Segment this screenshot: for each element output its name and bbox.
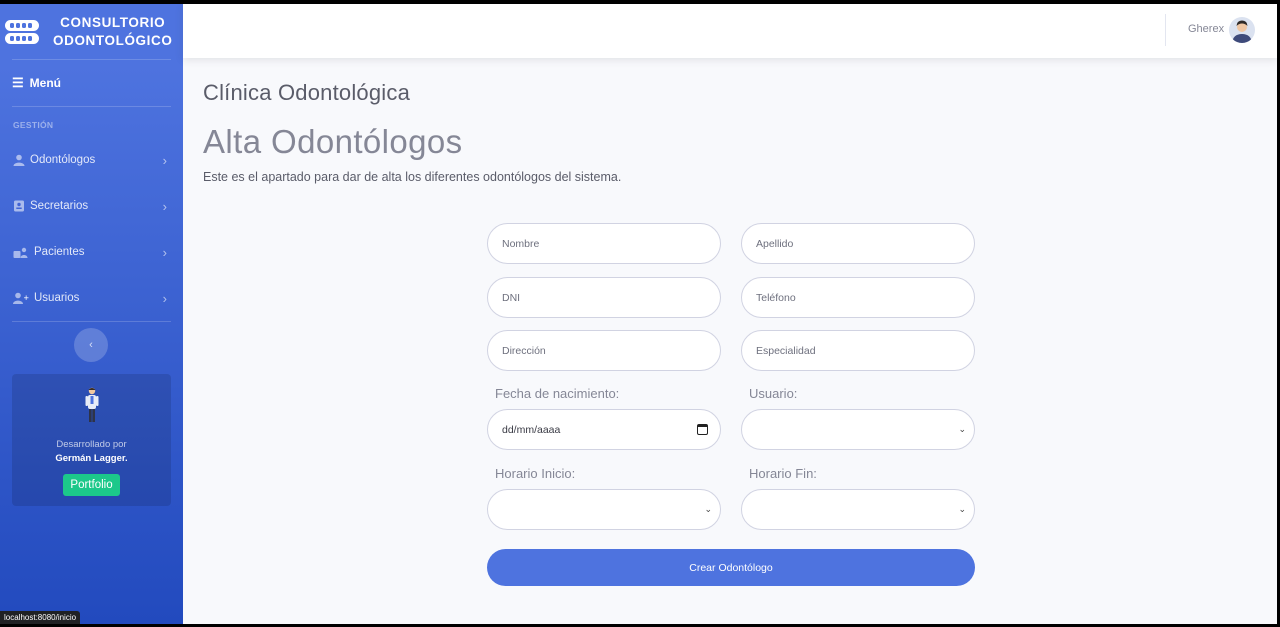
hamburger-icon: ☰	[12, 75, 24, 90]
chevron-down-icon: ⌄	[704, 504, 712, 514]
apellido-input[interactable]	[741, 223, 975, 264]
sidebar-menu-heading[interactable]: ☰ Menú	[0, 60, 183, 106]
topbar-divider	[1165, 14, 1166, 46]
chevron-down-icon: ⌄	[958, 504, 966, 514]
horario-inicio-label: Horario Inicio:	[495, 466, 576, 481]
chevron-right-icon: ›	[162, 152, 167, 168]
brand-line-1: CONSULTORIO	[60, 14, 166, 30]
sidebar-item-label: Odontólogos	[30, 154, 96, 166]
usuario-select[interactable]: ⌄	[741, 409, 975, 450]
sidebar-item-label: Pacientes	[34, 246, 85, 258]
sidebar-toggle-button[interactable]: ‹	[74, 328, 108, 362]
sidebar-section-heading: GESTIÓN	[13, 120, 54, 130]
chevron-right-icon: ›	[162, 290, 167, 306]
chevron-right-icon: ›	[162, 198, 167, 214]
topbar: Gherex	[183, 4, 1277, 58]
chevron-right-icon: ›	[162, 244, 167, 260]
sidebar-item-usuarios[interactable]: Usuarios ›	[0, 275, 183, 321]
fecha-nacimiento-input[interactable]: dd/mm/aaaa	[487, 409, 721, 450]
sidebar-item-secretarios[interactable]: Secretarios ›	[0, 183, 183, 229]
portfolio-button[interactable]: Portfolio	[63, 474, 120, 496]
direccion-input[interactable]	[487, 330, 721, 371]
credits-label: Desarrollado por	[56, 439, 127, 450]
clinic-title: Clínica Odontológica	[203, 80, 411, 105]
sidebar-item-pacientes[interactable]: Pacientes ›	[0, 229, 183, 275]
chevron-left-icon: ‹	[89, 339, 93, 351]
date-placeholder: dd/mm/aaaa	[502, 423, 561, 436]
fecha-nacimiento-label: Fecha de nacimiento:	[495, 386, 620, 401]
horario-inicio-select[interactable]: ⌄	[487, 489, 721, 530]
brand-line-2: ODONTOLÓGICO	[53, 32, 173, 48]
users-icon	[13, 247, 28, 258]
sidebar-item-label: Secretarios	[30, 200, 89, 212]
user-icon	[13, 154, 25, 166]
avatar[interactable]	[1229, 17, 1255, 43]
dni-input[interactable]	[487, 277, 721, 318]
sidebar-divider	[12, 321, 171, 322]
usuario-label: Usuario:	[749, 386, 798, 401]
sidebar-item-label: Usuarios	[34, 292, 80, 304]
sidebar: CONSULTORIO ODONTOLÓGICO ☰ Menú GESTIÓN …	[0, 4, 183, 624]
developer-card: Desarrollado por Germán Lagger. Portfoli…	[12, 374, 171, 506]
app-window: CONSULTORIO ODONTOLÓGICO ☰ Menú GESTIÓN …	[0, 4, 1277, 624]
page-title: Alta Odontólogos	[203, 123, 463, 160]
page-subtitle: Este es el apartado para dar de alta los…	[203, 170, 622, 184]
telefono-input[interactable]	[741, 277, 975, 318]
credits-author: Germán Lagger.	[55, 453, 128, 464]
sidebar-item-odontologos[interactable]: Odontólogos ›	[0, 137, 183, 183]
user-name[interactable]: Gherex	[1188, 23, 1224, 35]
chevron-down-icon: ⌄	[958, 424, 966, 434]
brand-name: CONSULTORIO ODONTOLÓGICO	[53, 14, 172, 50]
user-plus-icon	[13, 292, 29, 304]
especialidad-input[interactable]	[741, 330, 975, 371]
calendar-icon[interactable]	[697, 424, 708, 435]
status-bar-url: localhost:8080/inicio	[0, 611, 81, 624]
brand[interactable]: CONSULTORIO ODONTOLÓGICO	[0, 4, 183, 59]
id-card-icon	[14, 200, 24, 212]
credits-text: Desarrollado por Germán Lagger.	[12, 438, 171, 466]
main-content: Clínica Odontológica Alta Odontólogos Es…	[203, 58, 1273, 586]
teeth-logo-icon	[5, 19, 39, 44]
menu-label: Menú	[29, 76, 61, 90]
horario-fin-label: Horario Fin:	[749, 466, 817, 481]
horario-fin-select[interactable]: ⌄	[741, 489, 975, 530]
nombre-input[interactable]	[487, 223, 721, 264]
crear-odontologo-button[interactable]: Crear Odontólogo	[487, 549, 975, 586]
avatar-icon	[1232, 20, 1252, 43]
developer-figure-icon	[85, 387, 98, 422]
